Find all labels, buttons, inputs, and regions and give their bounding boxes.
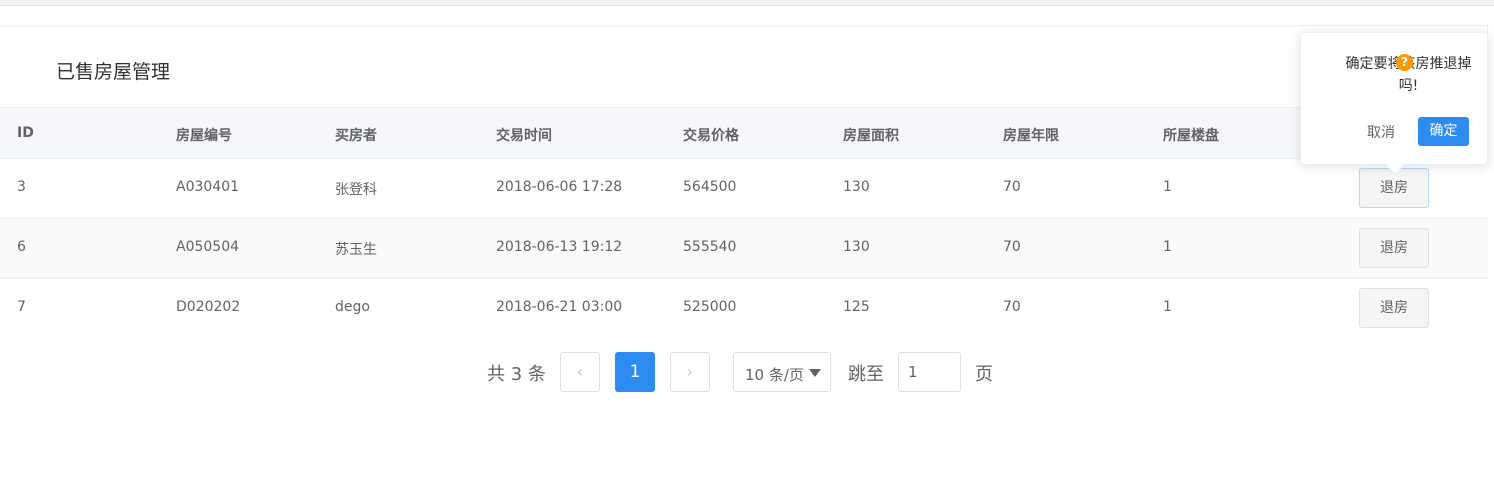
cell-code: D020202 [176, 299, 241, 315]
cell-time: 2018-06-13 19:12 [496, 239, 623, 255]
caret-down-icon [809, 369, 821, 377]
cell-id: 6 [17, 239, 26, 255]
page-suffix: 页 [975, 364, 993, 385]
sold-houses-card: 已售房屋管理 ID 房屋编号 买房者 交易时间 交易价格 房屋面积 房屋年限 所… [0, 25, 1488, 339]
pagination: 共 3 条 ‹ 1 › 10 条/页 跳至 页 [0, 352, 1494, 392]
cell-price: 555540 [683, 239, 737, 255]
column-header-price: 交易价格 [683, 128, 739, 144]
cell-code: A030401 [176, 179, 240, 195]
return-house-button[interactable]: 退房 [1359, 228, 1429, 268]
confirm-popover: 确定要将该房推退掉吗! ? 取消 确定 [1300, 32, 1488, 175]
return-house-button[interactable]: 退房 [1359, 288, 1429, 328]
prev-page-button[interactable]: ‹ [560, 352, 600, 392]
cell-buyer: 张登科 [335, 182, 377, 198]
page-size-value: 10 条/页 [745, 366, 804, 384]
cell-building: 1 [1163, 299, 1172, 315]
table-header: ID 房屋编号 买房者 交易时间 交易价格 房屋面积 房屋年限 所屋楼盘 [0, 108, 1488, 159]
chevron-left-icon: ‹ [576, 362, 584, 381]
table-row: 7 D020202 dego 2018-06-21 03:00 525000 1… [0, 279, 1488, 339]
cell-price: 525000 [683, 299, 737, 315]
cell-id: 3 [17, 179, 26, 195]
cell-buyer: 苏玉生 [335, 242, 377, 258]
confirm-button[interactable]: 确定 [1418, 117, 1469, 146]
pagination-total: 共 3 条 [487, 364, 546, 385]
jump-label: 跳至 [848, 364, 884, 385]
page-size-select[interactable]: 10 条/页 [733, 352, 831, 392]
cell-buyer: dego [335, 299, 370, 315]
next-page-button[interactable]: › [670, 352, 710, 392]
card-header: 已售房屋管理 [0, 26, 1488, 108]
column-header-id: ID [17, 125, 34, 141]
page-title: 已售房屋管理 [56, 61, 171, 83]
page-number-button[interactable]: 1 [615, 352, 655, 392]
cell-years: 70 [1003, 239, 1021, 255]
cell-id: 7 [17, 299, 26, 315]
cell-time: 2018-06-06 17:28 [496, 179, 623, 195]
table-row: 3 A030401 张登科 2018-06-06 17:28 564500 13… [0, 159, 1488, 219]
table-row: 6 A050504 苏玉生 2018-06-13 19:12 555540 13… [0, 219, 1488, 279]
cell-area: 125 [843, 299, 870, 315]
top-strip [0, 0, 1494, 6]
warning-icon: ? [1396, 54, 1413, 71]
cell-building: 1 [1163, 179, 1172, 195]
column-header-buyer: 买房者 [335, 128, 377, 144]
cell-area: 130 [843, 239, 870, 255]
cell-building: 1 [1163, 239, 1172, 255]
jump-page-input[interactable] [898, 352, 961, 392]
chevron-right-icon: › [686, 362, 694, 381]
cell-code: A050504 [176, 239, 240, 255]
column-header-area: 房屋面积 [843, 128, 899, 144]
cell-time: 2018-06-21 03:00 [496, 299, 623, 315]
cell-years: 70 [1003, 179, 1021, 195]
cell-price: 564500 [683, 179, 737, 195]
cell-years: 70 [1003, 299, 1021, 315]
cancel-button[interactable]: 取消 [1367, 122, 1395, 142]
column-header-building: 所屋楼盘 [1163, 128, 1219, 144]
column-header-years: 房屋年限 [1003, 128, 1059, 144]
column-header-time: 交易时间 [496, 128, 552, 144]
cell-area: 130 [843, 179, 870, 195]
column-header-code: 房屋编号 [176, 128, 232, 144]
